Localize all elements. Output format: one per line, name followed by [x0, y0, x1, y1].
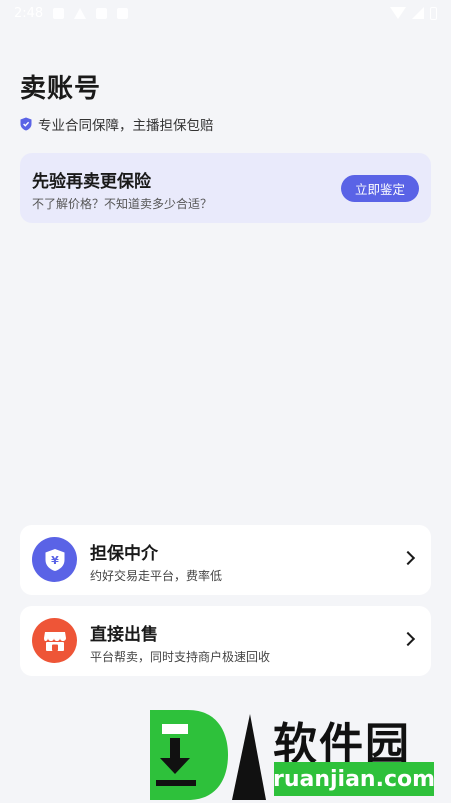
- verify-card: 先验再卖更保险 不了解价格？不知道卖多少合适？ 立即鉴定: [20, 153, 431, 223]
- status-right: [390, 6, 437, 20]
- app-icon: [96, 7, 108, 19]
- page-subtitle: 专业合同保障，主播担保包赔: [20, 114, 214, 134]
- chevron-right-icon: [400, 631, 416, 647]
- chevron-right-icon: [400, 550, 416, 566]
- page-title: 卖账号: [20, 74, 102, 104]
- escrow-option-title: 担保中介: [90, 544, 158, 564]
- verify-card-description: 不了解价格？不知道卖多少合适？: [32, 197, 213, 211]
- direct-sale-option-card[interactable]: 直接出售 平台帮卖，同时支持商户极速回收: [20, 606, 431, 676]
- notification-icon: [53, 7, 65, 19]
- download-logo-icon: [150, 710, 266, 800]
- direct-sale-option-description: 平台帮卖，同时支持商户极速回收: [90, 650, 271, 664]
- alert-icon: [74, 7, 87, 19]
- shield-status-icon: [117, 7, 129, 19]
- battery-icon: [430, 6, 437, 20]
- subtitle-text: 专业合同保障，主播担保包赔: [38, 118, 214, 134]
- status-time: 2:48: [14, 5, 44, 21]
- escrow-option-description: 约好交易走平台，费率低: [90, 569, 223, 583]
- status-bar: 2:48: [0, 0, 451, 26]
- cellular-icon: [412, 7, 424, 19]
- yuan-shield-icon: ¥: [32, 537, 77, 582]
- watermark-logo: 软件园 ruanjian.com: [148, 708, 440, 802]
- verify-card-title: 先验再卖更保险: [32, 172, 151, 192]
- appraise-now-button[interactable]: 立即鉴定: [341, 175, 419, 202]
- shield-check-icon: [20, 117, 32, 131]
- wifi-icon: [390, 7, 406, 19]
- direct-sale-option-title: 直接出售: [90, 625, 158, 645]
- watermark-url: ruanjian.com: [273, 762, 435, 796]
- status-left: 2:48: [14, 5, 129, 21]
- svg-text:¥: ¥: [51, 554, 59, 567]
- shop-icon: [32, 618, 77, 663]
- escrow-option-card[interactable]: ¥ 担保中介 约好交易走平台，费率低: [20, 525, 431, 595]
